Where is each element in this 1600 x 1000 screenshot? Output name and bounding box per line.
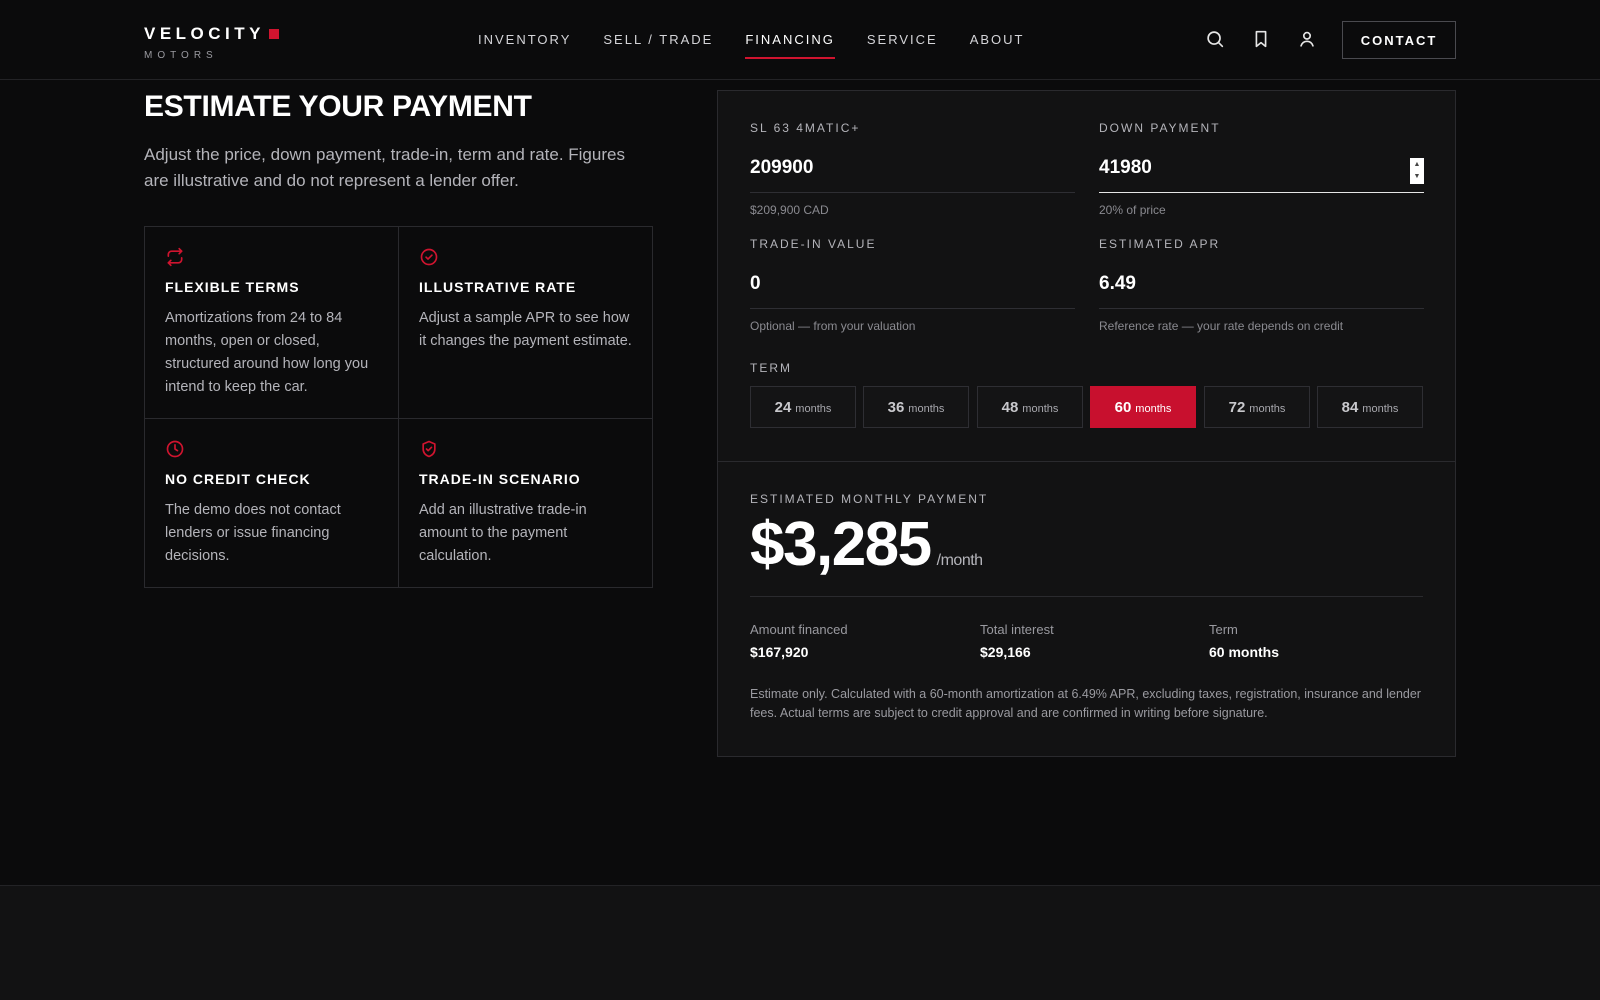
summary-value: 60 months (1209, 644, 1280, 660)
feature-title: FLEXIBLE TERMS (165, 279, 300, 295)
term-number: 36 (887, 398, 905, 416)
price-label: SL 63 4MATIC+ (750, 121, 861, 135)
page-description: Adjust the price, down payment, trade-in… (144, 145, 625, 190)
term-option-48[interactable]: 48 months (977, 386, 1083, 428)
term-unit: months (1249, 402, 1286, 415)
term-label: TERM (750, 361, 792, 375)
term-option-24[interactable]: 24 months (750, 386, 856, 428)
monthly-payment: $3,285 /month (750, 509, 983, 580)
bookmark-icon[interactable] (1250, 28, 1272, 50)
term-unit: months (1022, 402, 1059, 415)
site-header: VELOCITY MOTORS INVENTORY SELL / TRADE F… (0, 0, 1600, 80)
trade-in-field: TRADE-IN VALUE 0 Optional — from your va… (750, 237, 1075, 333)
price-field: SL 63 4MATIC+ 209900 $209,900 CAD (750, 121, 1075, 217)
nav-item-about[interactable]: ABOUT (970, 32, 1025, 59)
down-payment-value: 41980 (1099, 157, 1152, 178)
price-input[interactable]: 209900 (750, 149, 1075, 193)
monthly-payment-amount: $3,285 (750, 510, 932, 579)
feature-text: The demo does not contact lenders or iss… (165, 502, 341, 564)
repeat-icon (165, 247, 185, 267)
summary-value: $29,166 (980, 644, 1031, 660)
term-option-60[interactable]: 60 months (1090, 386, 1196, 428)
term-selector: 24 months 36 months 48 months 60 months … (750, 386, 1423, 428)
search-icon[interactable] (1204, 28, 1226, 50)
monthly-payment-label: ESTIMATED MONTHLY PAYMENT (750, 492, 989, 506)
brand-name: VELOCITY (144, 24, 266, 43)
brand-logo[interactable]: VELOCITY MOTORS (144, 24, 280, 61)
apr-field: ESTIMATED APR 6.49 Reference rate — your… (1099, 237, 1424, 333)
term-number: 48 (1001, 398, 1019, 416)
summary-label: Term (1209, 622, 1238, 637)
summary-total-interest: Total interest $29,166 (980, 622, 1054, 660)
trade-in-input[interactable]: 0 (750, 265, 1075, 309)
feature-text: Adjust a sample APR to see how it change… (419, 310, 632, 349)
feature-card: NO CREDIT CHECK The demo does not contac… (145, 419, 399, 587)
check-circle-icon (419, 247, 439, 267)
down-payment-stepper[interactable]: ▲ ▼ (1410, 158, 1424, 184)
summary-value: $167,920 (750, 644, 809, 660)
contact-button[interactable]: CONTACT (1342, 21, 1456, 59)
main-nav: INVENTORY SELL / TRADE FINANCING SERVICE… (478, 32, 1057, 59)
nav-item-sell-trade[interactable]: SELL / TRADE (603, 32, 713, 59)
term-number: 72 (1228, 398, 1246, 416)
shield-check-icon (419, 439, 439, 459)
stepper-up-icon[interactable]: ▲ (1414, 161, 1421, 169)
apr-label: ESTIMATED APR (1099, 237, 1221, 251)
page-title: ESTIMATE YOUR PAYMENT (144, 90, 532, 123)
apr-input[interactable]: 6.49 (1099, 265, 1424, 309)
panel-divider (718, 461, 1455, 462)
feature-grid: FLEXIBLE TERMS Amortizations from 24 to … (144, 226, 653, 588)
feature-title: ILLUSTRATIVE RATE (419, 279, 577, 295)
result-divider (750, 596, 1423, 597)
feature-title: NO CREDIT CHECK (165, 471, 311, 487)
down-payment-label: DOWN PAYMENT (1099, 121, 1221, 135)
term-option-72[interactable]: 72 months (1204, 386, 1310, 428)
term-unit: months (795, 402, 832, 415)
term-number: 60 (1114, 398, 1132, 416)
trade-in-label: TRADE-IN VALUE (750, 237, 877, 251)
apr-hint: Reference rate — your rate depends on cr… (1099, 319, 1344, 333)
feature-title: TRADE-IN SCENARIO (419, 471, 581, 487)
estimate-disclaimer: Estimate only. Calculated with a 60-mont… (750, 687, 1421, 720)
term-option-36[interactable]: 36 months (863, 386, 969, 428)
feature-card: TRADE-IN SCENARIO Add an illustrative tr… (399, 419, 652, 587)
summary-term: Term 60 months (1209, 622, 1279, 660)
stepper-down-icon[interactable]: ▼ (1414, 173, 1421, 181)
down-payment-hint: 20% of price (1099, 203, 1166, 217)
clock-icon (165, 439, 185, 459)
term-number: 24 (774, 398, 792, 416)
feature-card: ILLUSTRATIVE RATE Adjust a sample APR to… (399, 227, 652, 419)
nav-item-inventory[interactable]: INVENTORY (478, 32, 571, 59)
payment-calculator: SL 63 4MATIC+ 209900 $209,900 CAD DOWN P… (717, 90, 1456, 757)
feature-text: Add an illustrative trade-in amount to t… (419, 502, 587, 564)
nav-item-service[interactable]: SERVICE (867, 32, 938, 59)
summary-label: Total interest (980, 622, 1054, 637)
summary-amount-financed: Amount financed $167,920 (750, 622, 848, 660)
brand-tagline: MOTORS (144, 50, 218, 61)
down-payment-field: DOWN PAYMENT 41980 ▲ ▼ 20% of price (1099, 121, 1424, 217)
footer-band (0, 885, 1600, 1000)
brand-square-mark (269, 29, 280, 39)
feature-card: FLEXIBLE TERMS Amortizations from 24 to … (145, 227, 399, 419)
term-unit: months (1362, 402, 1399, 415)
feature-text: Amortizations from 24 to 84 months, open… (165, 310, 369, 395)
term-option-84[interactable]: 84 months (1317, 386, 1423, 428)
term-number: 84 (1341, 398, 1359, 416)
trade-in-hint: Optional — from your valuation (750, 319, 916, 333)
brand-name-row: VELOCITY (144, 24, 280, 44)
summary-label: Amount financed (750, 622, 848, 637)
user-icon[interactable] (1296, 28, 1318, 50)
monthly-payment-period: /month (936, 552, 983, 569)
term-unit: months (908, 402, 945, 415)
nav-item-financing[interactable]: FINANCING (745, 32, 835, 59)
price-hint: $209,900 CAD (750, 203, 829, 217)
down-payment-input[interactable]: 41980 ▲ ▼ (1099, 149, 1424, 193)
term-unit: months (1135, 402, 1172, 415)
